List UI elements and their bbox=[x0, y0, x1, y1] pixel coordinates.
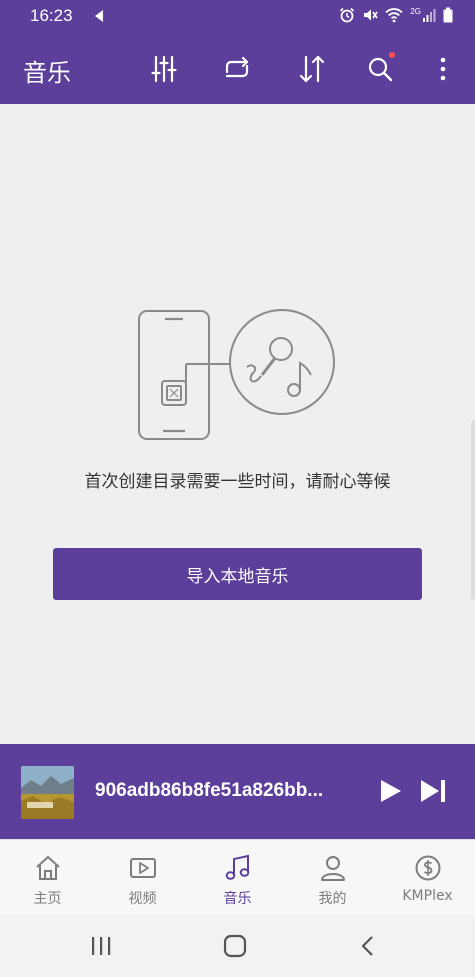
album-art-image bbox=[21, 766, 74, 819]
status-icons: 2G bbox=[339, 7, 453, 23]
home-icon bbox=[35, 856, 60, 880]
mini-player[interactable]: 906adb86b8fe51a826bb... bbox=[0, 744, 475, 839]
battery-icon bbox=[443, 7, 453, 23]
alarm-icon bbox=[340, 7, 355, 23]
sort-button[interactable] bbox=[295, 52, 329, 86]
nav-label-video: 视频 bbox=[128, 891, 157, 907]
nav-item-music[interactable]: 音乐 bbox=[190, 840, 285, 915]
search-button[interactable] bbox=[363, 52, 397, 86]
mute-icon bbox=[364, 9, 378, 21]
network-type-label: 2G bbox=[410, 6, 421, 16]
nav-label-home: 主页 bbox=[33, 891, 62, 907]
app-bar: 音乐 bbox=[0, 34, 475, 104]
back-button[interactable] bbox=[353, 934, 383, 958]
nav-item-mine[interactable]: 我的 bbox=[285, 840, 380, 915]
search-notification-dot bbox=[389, 52, 395, 58]
more-button[interactable] bbox=[426, 52, 460, 86]
nav-item-home[interactable]: 主页 bbox=[0, 840, 95, 915]
nav-item-kmplex[interactable]: KMPlex bbox=[380, 840, 475, 915]
main-content: 首次创建目录需要一些时间，请耐心等候 导入本地音乐 bbox=[0, 104, 475, 744]
track-title[interactable]: 906adb86b8fe51a826bb... bbox=[95, 780, 355, 802]
wifi-icon bbox=[385, 8, 403, 23]
recent-apps-button[interactable] bbox=[86, 934, 116, 958]
empty-state-message: 首次创建目录需要一些时间，请耐心等候 bbox=[84, 472, 391, 492]
person-icon bbox=[320, 856, 345, 881]
bottom-navigation: 主页 视频 音乐 我的 KMPlex bbox=[0, 839, 475, 915]
phone-sync-illustration bbox=[138, 309, 335, 440]
navigation-arrow-icon bbox=[95, 10, 103, 22]
home-system-button[interactable] bbox=[220, 934, 250, 958]
album-art[interactable] bbox=[21, 766, 74, 819]
system-navigation-bar bbox=[0, 915, 475, 977]
scroll-edge-handle[interactable] bbox=[471, 420, 475, 600]
status-time: 16:23 bbox=[30, 6, 73, 25]
search-icon bbox=[368, 57, 393, 82]
signal-icon bbox=[423, 9, 436, 22]
back-chevron-icon bbox=[361, 936, 373, 956]
repeat-button[interactable] bbox=[220, 52, 254, 86]
status-bar: 16:23 2G bbox=[0, 0, 475, 34]
equalizer-button[interactable] bbox=[147, 52, 181, 86]
nav-label-music: 音乐 bbox=[223, 891, 252, 907]
nav-label-mine: 我的 bbox=[318, 891, 347, 907]
dollar-circle-icon bbox=[415, 855, 440, 881]
music-note-icon bbox=[225, 854, 249, 880]
import-local-music-button[interactable]: 导入本地音乐 bbox=[53, 548, 422, 600]
sort-icon bbox=[299, 55, 325, 83]
equalizer-icon bbox=[151, 55, 177, 83]
skip-next-icon[interactable] bbox=[418, 777, 448, 805]
page-title: 音乐 bbox=[23, 59, 71, 87]
play-icon[interactable] bbox=[376, 777, 404, 805]
repeat-icon bbox=[225, 56, 249, 78]
more-icon bbox=[440, 57, 446, 81]
nav-label-kmplex: KMPlex bbox=[402, 888, 453, 904]
nav-item-video[interactable]: 视频 bbox=[95, 840, 190, 915]
video-icon bbox=[129, 858, 156, 878]
recent-apps-icon bbox=[92, 937, 111, 955]
home-square-icon bbox=[223, 934, 247, 958]
